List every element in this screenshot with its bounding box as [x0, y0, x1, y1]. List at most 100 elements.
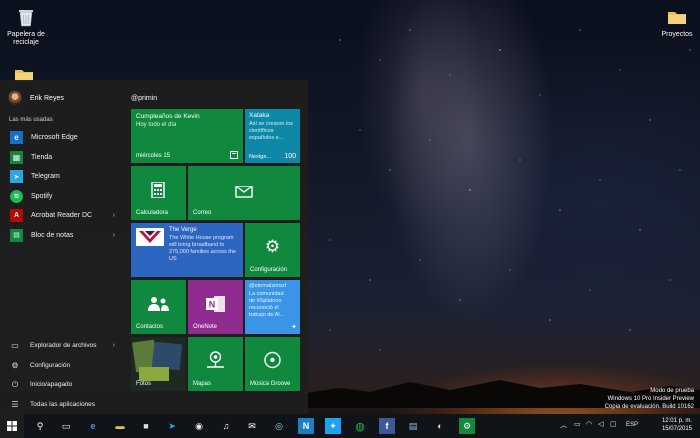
taskbar-file-explorer-icon[interactable]: ▬	[112, 418, 128, 434]
system-label: Explorador de archivos	[30, 342, 97, 350]
watermark-line: Windows 10 Pro Insider Preview	[607, 396, 694, 402]
tile-contactos[interactable]: Contactos	[131, 280, 186, 334]
svg-text:N: N	[209, 300, 216, 310]
tile-label: Fotos	[136, 381, 152, 387]
tile-label: OneNote	[193, 324, 218, 330]
taskbar-mail-icon[interactable]: ✉	[244, 418, 260, 434]
desktop-icon-proyectos[interactable]: Proyectos	[651, 6, 700, 39]
app-label: Bloc de notas	[31, 231, 74, 239]
app-microsoft-edge[interactable]: e Microsoft Edge	[0, 128, 125, 148]
taskbar-store-icon[interactable]: ■	[138, 418, 154, 434]
tile-title: Xataka	[249, 112, 270, 119]
store-icon: ▦	[10, 150, 23, 164]
tile-correo[interactable]: Correo	[188, 166, 300, 220]
app-label: Microsoft Edge	[31, 134, 78, 142]
acrobat-icon: A	[10, 209, 23, 223]
tile-label: Configuración	[250, 267, 288, 273]
app-spotify[interactable]: ≋ Spotify	[0, 187, 125, 207]
taskbar-itunes-icon[interactable]: ♫	[218, 418, 234, 434]
wifi-icon[interactable]: ◠	[586, 420, 592, 428]
tile-xataka[interactable]: Xataka Así se crearon los científicos es…	[245, 109, 300, 163]
app-label: Tienda	[31, 153, 53, 161]
chevron-right-icon[interactable]: ›	[113, 212, 115, 219]
language-indicator[interactable]: ESP	[626, 422, 638, 428]
watermark-line: Copia de evaluación. Build 10162	[604, 404, 694, 410]
map-pin-icon	[207, 351, 224, 368]
taskbar-twitter-icon[interactable]: ✦	[325, 418, 341, 434]
chevron-up-icon[interactable]: ︿	[560, 420, 567, 430]
tile-mapas[interactable]: Mapas	[188, 337, 243, 391]
evaluation-watermark: Modo de prueba Windows 10 Pro Insider Pr…	[605, 387, 694, 411]
people-icon	[148, 297, 169, 311]
settings-button[interactable]: ⚙ Configuración	[0, 356, 125, 376]
app-acrobat-reader[interactable]: A Acrobat Reader DC ›	[0, 206, 125, 226]
app-label: Acrobat Reader DC	[31, 212, 93, 220]
tile-label: Calculadora	[136, 210, 169, 216]
folder-icon	[668, 12, 686, 24]
volume-icon[interactable]: ◁	[598, 420, 603, 428]
file-explorer-button[interactable]: ▭ Explorador de archivos ›	[0, 336, 125, 356]
all-apps-icon: ☰	[11, 399, 19, 409]
spotify-icon: ≋	[10, 189, 23, 203]
system-list: ▭ Explorador de archivos › ⚙ Configuraci…	[0, 336, 125, 414]
app-bloc-de-notas[interactable]: ▤ Bloc de notas ›	[0, 226, 125, 246]
system-tray: ︿ ▭ ◠ ◁ ▢ ESP 12:01 p. m. 15/07/2015	[560, 414, 700, 438]
taskbar-notepad-icon[interactable]: ▤	[405, 418, 421, 434]
most-used-label: Las más usadas	[9, 117, 53, 123]
tiles-group-header[interactable]: @primin	[131, 95, 157, 102]
chevron-right-icon[interactable]: ›	[113, 232, 115, 239]
folder-icon: ▭	[11, 341, 19, 351]
notifications-icon[interactable]: ▢	[610, 420, 617, 428]
tile-calculadora[interactable]: Calculadora	[131, 166, 186, 220]
tile-onenote[interactable]: N OneNote	[188, 280, 243, 334]
news-thumbnail	[136, 228, 164, 246]
most-used-list: e Microsoft Edge ▦ Tienda ➤ Telegram ≋ S…	[0, 128, 125, 245]
gear-icon: ⚙	[11, 360, 19, 370]
tile-the-verge[interactable]: The Verge The White House program will b…	[131, 223, 243, 277]
app-telegram[interactable]: ➤ Telegram	[0, 167, 125, 187]
edge-icon: e	[10, 131, 23, 145]
gear-icon: ⚙	[264, 237, 281, 256]
tile-title: Cumpleaños de Kevin	[136, 113, 200, 120]
taskbar-clock[interactable]: 12:01 p. m. 15/07/2015	[662, 417, 692, 433]
app-tienda[interactable]: ▦ Tienda	[0, 148, 125, 168]
tile-calendar[interactable]: Cumpleaños de Kevin Hoy todo el día miér…	[131, 109, 243, 163]
taskbar-paint-icon[interactable]: ◐	[432, 418, 448, 434]
twitter-icon: ✦	[291, 324, 297, 331]
start-button[interactable]	[0, 414, 24, 438]
chevron-right-icon[interactable]: ›	[113, 342, 115, 349]
tile-date: miércoles 15	[136, 153, 171, 159]
taskbar: ⚲ ▭ e ▬ ■ ➤ ◉ ♫ ✉ ◎ N ✦ ◍ f ▤ ◐ ⚙ ︿ ▭ ◠ …	[0, 414, 700, 438]
all-apps-button[interactable]: ☰ Todas las aplicaciones	[0, 395, 125, 415]
avatar	[8, 91, 22, 105]
taskbar-media-icon[interactable]: ◎	[271, 418, 287, 434]
battery-icon[interactable]: ▭	[574, 420, 581, 428]
taskbar-facebook-icon[interactable]: f	[379, 418, 395, 434]
power-button[interactable]: ⏻ Inicio/apagado	[0, 375, 125, 395]
tile-twitter[interactable]: @eternalsimsrf La comunidad de #Splatoon…	[245, 280, 300, 334]
start-left-column: Erik Reyes Las más usadas e Microsoft Ed…	[0, 80, 125, 414]
taskbar-edge-icon[interactable]: e	[85, 418, 101, 434]
taskbar-n-app-icon[interactable]: N	[298, 418, 314, 434]
taskbar-search-icon[interactable]: ⚲	[32, 418, 48, 434]
music-disc-icon	[264, 351, 281, 369]
desktop-icon-label: Proyectos	[661, 31, 693, 38]
taskbar-spotify-icon[interactable]: ◍	[352, 418, 368, 434]
taskbar-task-view-icon[interactable]: ▭	[58, 418, 74, 434]
notepad-icon: ▤	[10, 228, 23, 242]
tile-subtitle: Hoy todo el día	[136, 122, 177, 128]
tile-configuracion[interactable]: ⚙ Configuración	[245, 223, 300, 277]
desktop-icon-recycle-bin[interactable]: Papelera de reciclaje	[0, 6, 52, 47]
tile-text: Así se crearon los científicos españoles…	[249, 121, 294, 141]
app-label: Spotify	[31, 192, 53, 200]
onenote-icon: N	[206, 296, 225, 312]
system-label: Inicio/apagado	[30, 381, 73, 389]
taskbar-telegram-icon[interactable]: ➤	[164, 418, 180, 434]
tile-label: Música Groove	[250, 381, 291, 387]
taskbar-chrome-icon[interactable]: ◉	[191, 418, 207, 434]
tile-musica-groove[interactable]: Música Groove	[245, 337, 300, 391]
tile-text: La comunidad de #Splatoon reconoció el t…	[249, 291, 285, 318]
user-account-button[interactable]: Erik Reyes	[8, 91, 64, 105]
tile-fotos[interactable]: Fotos	[131, 337, 186, 391]
taskbar-settings-icon[interactable]: ⚙	[459, 418, 475, 434]
